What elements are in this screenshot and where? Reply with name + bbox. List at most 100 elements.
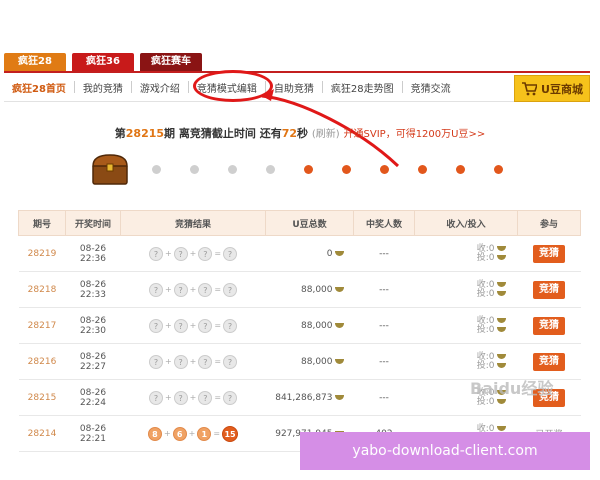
refresh-link[interactable]: (刷新) — [312, 129, 340, 140]
draw-time: 22:33 — [80, 289, 106, 300]
progress-dot — [304, 165, 313, 174]
result-ball: ? — [148, 318, 163, 333]
result-ball: ? — [148, 390, 163, 405]
progress-dot — [266, 165, 275, 174]
results-table: 期号 开奖时间 竞猜结果 U豆总数 中奖人数 收入/投入 参与 28219 08-… — [18, 210, 581, 452]
progress-dot — [418, 165, 427, 174]
result-ball: ? — [198, 246, 213, 261]
draw-date: 08-26 — [79, 351, 107, 362]
result-ball: ? — [148, 354, 163, 369]
result-ball: ? — [148, 246, 163, 261]
join-cell: 竞猜 — [517, 235, 581, 272]
time-cell: 08-26 22:33 — [65, 271, 121, 308]
invest-value: 投:0 — [476, 360, 495, 371]
period-cell[interactable]: 28217 — [18, 307, 66, 344]
col-result: 竞猜结果 — [120, 210, 266, 236]
progress-dot — [456, 165, 465, 174]
table-header-row: 期号 开奖时间 竞猜结果 U豆总数 中奖人数 收入/投入 参与 — [18, 210, 581, 236]
result-ball: ? — [223, 282, 238, 297]
bean-icon — [496, 326, 506, 332]
total-beans: 88,000 — [301, 356, 333, 367]
result-ball: 1 — [197, 426, 212, 441]
winners-cell: --- — [353, 379, 415, 416]
bean-icon — [496, 245, 506, 251]
period-cell[interactable]: 28218 — [18, 271, 66, 308]
total-beans-cell: 841,286,873 — [265, 379, 354, 416]
col-join: 参与 — [517, 210, 581, 236]
total-beans: 0 — [326, 248, 333, 259]
result-ball: ? — [223, 318, 238, 333]
income-invest-cell: 收:0投:0 — [414, 235, 518, 272]
bet-button[interactable]: 竞猜 — [533, 352, 565, 371]
result-ball: 15 — [222, 425, 239, 442]
round-number: 28215 — [125, 127, 165, 140]
period-cell[interactable]: 28219 — [18, 235, 66, 272]
result-ball: ? — [198, 282, 213, 297]
income-invest-cell: 收:0投:0 — [414, 271, 518, 308]
result-ball: ? — [223, 246, 238, 261]
result-ball: 8 — [147, 426, 162, 441]
time-cell: 08-26 22:27 — [65, 343, 121, 380]
result-cell: ? +? +? =? — [120, 271, 266, 308]
bean-icon — [496, 353, 506, 359]
result-ball: ? — [198, 318, 213, 333]
progress-dot — [190, 165, 199, 174]
result-ball: ? — [173, 318, 188, 333]
result-ball: ? — [198, 390, 213, 405]
table-row: 28217 08-26 22:30? +? +? =? 88,000 --- 收:0 投:0 竞猜 — [18, 307, 581, 344]
round-prefix: 第 — [114, 127, 126, 140]
table-row: 28218 08-26 22:33? +? +? =? 88,000 --- 收:0 投:0 竞猜 — [18, 271, 581, 308]
col-income-invest: 收入/投入 — [414, 210, 518, 236]
bet-button[interactable]: 竞猜 — [533, 280, 565, 299]
period-cell[interactable]: 28215 — [18, 379, 66, 416]
result-cell: ? +? +? =? — [120, 343, 266, 380]
bean-icon — [496, 281, 506, 287]
draw-time: 22:24 — [80, 397, 106, 408]
result-ball: ? — [173, 354, 188, 369]
winners-cell: --- — [353, 235, 415, 272]
time-cell: 08-26 22:30 — [65, 307, 121, 344]
draw-date: 08-26 — [79, 315, 107, 326]
progress-dot — [380, 165, 389, 174]
result-ball: ? — [223, 390, 238, 405]
period-cell[interactable]: 28216 — [18, 343, 66, 380]
bean-icon — [496, 290, 506, 296]
bean-icon — [334, 250, 344, 256]
bean-icon — [496, 425, 506, 431]
draw-time: 22:27 — [80, 361, 106, 372]
col-total-beans: U豆总数 — [265, 210, 354, 236]
url-overlay: yabo-download-client.com — [300, 432, 590, 470]
svip-link[interactable]: 开通SVIP，可得1200万U豆>> — [344, 129, 486, 140]
bet-button[interactable]: 竞猜 — [533, 316, 565, 335]
invest-value: 投:0 — [476, 324, 495, 335]
progress-dot — [494, 165, 503, 174]
winners-cell: --- — [353, 271, 415, 308]
result-cell: ? +? +? =? — [120, 379, 266, 416]
total-beans: 841,286,873 — [275, 392, 333, 403]
col-period: 期号 — [18, 210, 66, 236]
table-row: 28219 08-26 22:36? +? +? =? 0 --- 收:0 投:0 竞猜 — [18, 235, 581, 272]
winners-cell: --- — [353, 343, 415, 380]
invest-value: 投:0 — [476, 288, 495, 299]
join-cell: 竞猜 — [517, 271, 581, 308]
winners-cell: --- — [353, 307, 415, 344]
result-cell: ? +? +? =? — [120, 307, 266, 344]
progress-dot — [228, 165, 237, 174]
round-text: 期 离竞猜截止时间 还有 — [164, 127, 282, 140]
total-beans-cell: 88,000 — [265, 343, 354, 380]
total-beans: 88,000 — [301, 284, 333, 295]
time-cell: 08-26 22:36 — [65, 235, 121, 272]
countdown-value: 72 — [281, 127, 298, 140]
bean-icon — [496, 254, 506, 260]
round-info: 第28215期 离竞猜截止时间 还有72秒 (刷新) 开通SVIP，可得1200… — [0, 125, 600, 141]
page: 疯狂28 疯狂36 疯狂赛车 疯狂28首页 我的竞猜 游戏介绍 竞猜模式编辑 自… — [0, 0, 600, 480]
result-ball: ? — [173, 246, 188, 261]
total-beans: 88,000 — [301, 320, 333, 331]
progress-dot — [342, 165, 351, 174]
total-beans-cell: 88,000 — [265, 271, 354, 308]
result-ball: 6 — [172, 426, 187, 441]
bet-button[interactable]: 竞猜 — [533, 244, 565, 263]
draw-date: 08-26 — [79, 279, 107, 290]
bean-icon — [496, 398, 506, 404]
period-cell[interactable]: 28214 — [18, 415, 66, 452]
